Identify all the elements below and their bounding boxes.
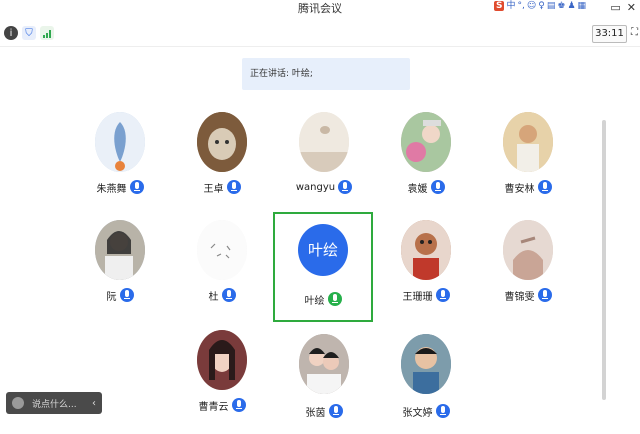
mic-icon[interactable] [435, 288, 450, 302]
participant-name: wangyu [295, 181, 336, 193]
collapse-arrow-icon[interactable]: ‹ [92, 398, 96, 409]
avatar [197, 330, 247, 390]
ime-toolbar[interactable]: S 中 °, ☺ ♀ ▤ ♚ ♟ ▦ [494, 0, 586, 12]
avatar [95, 220, 145, 280]
grid-icon[interactable]: ▦ [578, 1, 587, 11]
punctuation-icon[interactable]: °, [518, 1, 525, 11]
participant-name: 叶绘 [304, 295, 325, 307]
voice-icon[interactable]: ♀ [538, 1, 545, 11]
avatar [197, 220, 247, 280]
emoji-icon[interactable]: ☺ [527, 1, 536, 11]
participant-tile[interactable]: 杜 [172, 220, 272, 320]
avatar [503, 220, 553, 280]
mic-icon[interactable] [430, 180, 445, 194]
scrollbar[interactable] [602, 120, 606, 400]
participant-name: 阮 [106, 291, 117, 303]
mic-icon[interactable] [327, 292, 342, 306]
chinese-mode-icon[interactable]: 中 [506, 1, 515, 11]
mic-icon[interactable] [129, 180, 144, 194]
skin-icon[interactable]: ♚ [557, 1, 565, 11]
participant-name: 杜 [208, 291, 219, 303]
participant-name: 曹安林 [504, 183, 535, 195]
participant-name: 张茵 [305, 407, 326, 419]
mic-icon[interactable] [221, 288, 236, 302]
chat-avatar-icon [12, 397, 24, 409]
maximize-icon[interactable]: ▭ [610, 2, 620, 14]
title-bar: 腾讯会议 S 中 °, ☺ ♀ ▤ ♚ ♟ ▦ ▭ ✕ [0, 0, 640, 20]
keyboard-icon[interactable]: ▤ [547, 1, 556, 11]
mic-icon[interactable] [537, 288, 552, 302]
participant-name: 王卓 [203, 183, 224, 195]
meeting-toolbar: i ⛉ 33:11 ⛶ [0, 22, 640, 47]
shield-icon[interactable]: ⛉ [22, 26, 36, 40]
chat-placeholder: 说点什么... [32, 399, 77, 410]
participant-name: 张文婷 [402, 407, 433, 419]
participant-name: 曹锦雯 [504, 291, 535, 303]
participant-tile[interactable]: 袁媛 [376, 112, 476, 212]
participant-tile[interactable]: 曹青云 [172, 330, 272, 430]
mic-icon[interactable] [231, 398, 246, 412]
sogou-logo-icon[interactable]: S [494, 1, 505, 11]
mic-icon[interactable] [328, 404, 343, 418]
participant-tile[interactable]: 阮 [70, 220, 170, 320]
fullscreen-icon[interactable]: ⛶ [631, 28, 640, 38]
avatar [299, 334, 349, 394]
speaking-indicator: 正在讲话: 叶绘; [242, 58, 410, 90]
close-icon[interactable]: ✕ [627, 2, 636, 14]
participant-tile[interactable]: 曹锦雯 [478, 220, 578, 320]
signal-icon[interactable] [40, 26, 54, 40]
info-icon[interactable]: i [4, 26, 18, 40]
mic-icon[interactable] [537, 180, 552, 194]
avatar [503, 112, 553, 172]
mic-icon[interactable] [119, 288, 134, 302]
participant-tile[interactable]: 朱燕舞 [70, 112, 170, 212]
meeting-timer: 33:11 [592, 25, 627, 43]
avatar [401, 220, 451, 280]
mic-icon[interactable] [435, 404, 450, 418]
participant-tile[interactable]: 张文婷 [376, 334, 476, 434]
avatar [401, 334, 451, 394]
participant-name: 王珊珊 [402, 291, 433, 303]
participant-tile-active[interactable]: 叶绘 叶绘 [273, 214, 373, 314]
avatar [197, 112, 247, 172]
participant-tile[interactable]: 张茵 [274, 334, 374, 434]
participant-tile[interactable]: 王卓 [172, 112, 272, 212]
participant-tile[interactable]: 曹安林 [478, 112, 578, 212]
participant-name: 袁媛 [407, 183, 428, 195]
participant-tile[interactable]: wangyu [274, 112, 374, 212]
mic-icon[interactable] [338, 180, 353, 194]
avatar [95, 112, 145, 172]
chat-input[interactable]: 说点什么... ‹ [6, 392, 102, 414]
avatar: 叶绘 [298, 224, 348, 276]
avatar [401, 112, 451, 172]
participant-tile[interactable]: 王珊珊 [376, 220, 476, 320]
participant-name: 曹青云 [198, 401, 229, 413]
avatar [299, 112, 349, 172]
tools-icon[interactable]: ♟ [567, 1, 575, 11]
mic-icon[interactable] [226, 180, 241, 194]
participant-name: 朱燕舞 [96, 183, 127, 195]
